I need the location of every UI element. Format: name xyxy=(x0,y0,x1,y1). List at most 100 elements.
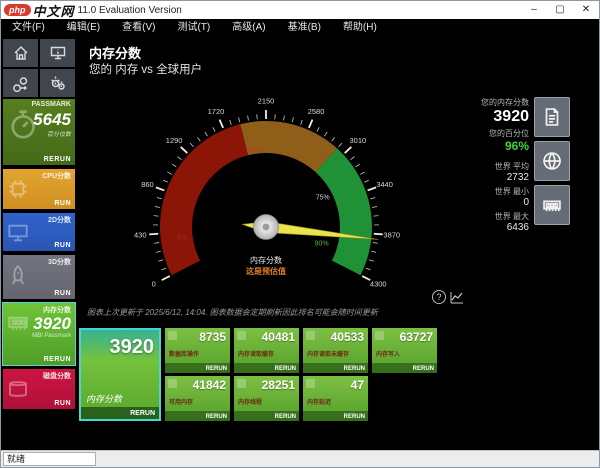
subtest-tile[interactable]: 8735 数据库操作 RERUN xyxy=(165,328,230,373)
subtest-label: 内存延迟 xyxy=(307,400,332,406)
world-stat-value: 2732 xyxy=(506,172,529,183)
tile-run-button[interactable]: RERUN xyxy=(44,156,71,163)
subtest-icon xyxy=(168,331,177,340)
gauge-tick xyxy=(316,127,320,132)
gauge-tick xyxy=(355,163,361,168)
monitor-icon xyxy=(8,224,28,242)
nav-button-system-info[interactable] xyxy=(40,39,75,67)
minimize-button[interactable]: – xyxy=(521,1,547,19)
gauge-segment xyxy=(315,148,372,276)
tile-subtitle: MB/ Passmark xyxy=(31,333,71,339)
subtest-rerun-button[interactable]: RERUN xyxy=(275,366,296,372)
memory-score-gauge: 0 430 860 1290 1720 2150 2580 3010 3440 3870 4300 5… xyxy=(134,97,400,289)
sidebar-nav xyxy=(3,39,75,97)
menu-item[interactable]: 帮助(H) xyxy=(332,19,388,37)
globe-button[interactable] xyxy=(534,141,570,181)
subtest-tile[interactable]: 41842 可用内存 RERUN xyxy=(165,376,230,421)
menu-item[interactable]: 文件(F) xyxy=(1,19,56,37)
disk-icon xyxy=(9,381,27,397)
cpu-chip-icon xyxy=(6,177,30,206)
report-button[interactable] xyxy=(534,97,570,137)
subtest-rerun-button[interactable]: RERUN xyxy=(344,366,365,372)
tile-run-button[interactable]: RUN xyxy=(54,242,71,249)
sidebar-tile-passmark[interactable]: PASSMARK 5645 百分位数 RERUN xyxy=(3,99,75,165)
tile-run-button[interactable]: RUN xyxy=(54,290,71,297)
menu-item[interactable]: 高级(A) xyxy=(221,19,276,37)
subtest-value: 63727 xyxy=(399,330,433,344)
gauge-tick xyxy=(324,131,328,137)
tile-run-button[interactable]: RUN xyxy=(54,200,71,207)
chart-icon[interactable] xyxy=(450,290,464,304)
ram-icon xyxy=(8,316,28,330)
close-button[interactable]: ✕ xyxy=(573,1,599,19)
your-score-value: 3920 xyxy=(493,108,529,125)
nav-button-settings[interactable] xyxy=(40,69,75,97)
gauge-tick xyxy=(368,259,374,262)
gauge-tick xyxy=(167,171,172,175)
subtest-tile[interactable]: 40533 内存读取未缓存 RERUN xyxy=(303,328,368,373)
rocket-icon xyxy=(6,263,30,292)
gauge-percentile-marker: 75% xyxy=(316,194,330,201)
memory-score-main-tile[interactable]: 3920 内存分数 RERUN xyxy=(79,328,161,421)
nav-button-price[interactable] xyxy=(3,69,38,97)
tile-label: 磁盘分数 xyxy=(43,373,71,380)
gauge-tick-label: 1720 xyxy=(208,107,225,116)
subtest-rerun-button[interactable]: RERUN xyxy=(206,414,227,420)
gauge-tick xyxy=(180,146,188,154)
page-title: 内存分数 xyxy=(89,46,142,61)
subtest-rerun-button[interactable]: RERUN xyxy=(206,366,227,372)
cpu-chip-icon xyxy=(9,180,27,198)
subtest-tile[interactable]: 40481 内存读取缓存 RERUN xyxy=(234,328,299,373)
menu-item[interactable]: 编辑(E) xyxy=(56,19,111,37)
sidebar-tile-cpu[interactable]: CPU分数 RUN xyxy=(3,169,75,209)
gauge-percentile-marker: 90% xyxy=(315,240,329,247)
main-tile-rerun-button[interactable]: RERUN xyxy=(130,410,155,417)
sidebar-tile-g2d[interactable]: 2D分数 RUN xyxy=(3,213,75,251)
menu-item[interactable]: 测试(T) xyxy=(166,19,221,37)
report-icon xyxy=(545,108,559,126)
sidebar-tile-disk[interactable]: 磁盘分数 RUN xyxy=(3,369,75,409)
subtest-icon xyxy=(306,379,315,388)
gauge-tick xyxy=(196,137,201,142)
menu-item[interactable]: 基准(B) xyxy=(277,19,332,37)
subtest-tile[interactable]: 63727 内存写入 RERUN xyxy=(372,328,437,373)
sidebar-tile-g3d[interactable]: 3D分数 RUN xyxy=(3,255,75,299)
gauge-tick xyxy=(154,206,160,208)
subtest-tile[interactable]: 47 内存延迟 RERUN xyxy=(303,376,368,421)
system-info-icon xyxy=(50,46,65,60)
your-score-label: 您的内存分数 xyxy=(481,98,529,107)
gauge-tick xyxy=(229,119,232,125)
gauge-tick xyxy=(161,275,171,281)
gauge-tick xyxy=(153,215,159,217)
php-logo-icon: php xyxy=(4,4,31,16)
gauge-tick xyxy=(350,156,355,161)
status-text: 就绪 xyxy=(3,452,96,466)
subtest-rerun-button[interactable]: RERUN xyxy=(413,366,434,372)
main-tile-label: 内存分数 xyxy=(86,394,123,404)
tile-run-button[interactable]: RERUN xyxy=(44,356,71,363)
sidebar-tile-memory[interactable]: 内存分数 3920 MB/ Passmark RERUN xyxy=(2,302,76,366)
maximize-button[interactable]: ▢ xyxy=(547,1,573,19)
world-stat-value: 0 xyxy=(523,197,529,208)
globe-icon xyxy=(543,152,561,170)
world-stat-value: 6436 xyxy=(506,222,529,233)
gauge-tick-label: 1290 xyxy=(166,136,183,145)
window-title: 11.0 Evaluation Version xyxy=(77,4,182,16)
subtest-tile[interactable]: 28251 内存线程 RERUN xyxy=(234,376,299,421)
app-window: php 中文网 11.0 Evaluation Version – ▢ ✕ 文件… xyxy=(0,0,600,468)
subtest-label: 内存读取未缓存 xyxy=(307,352,350,358)
percentile-value: 96% xyxy=(504,139,529,153)
tile-label: CPU分数 xyxy=(42,173,71,180)
help-icon[interactable]: ? xyxy=(432,290,446,304)
gauge-tick xyxy=(365,267,371,271)
nav-button-home[interactable] xyxy=(3,39,38,67)
tile-run-button[interactable]: RUN xyxy=(54,400,71,407)
menu-item[interactable]: 查看(V) xyxy=(111,19,166,37)
gauge-title: 内存分数 xyxy=(250,255,282,265)
subtest-rerun-button[interactable]: RERUN xyxy=(275,414,296,420)
gauge-estimate-note: 这是预估值 xyxy=(246,266,286,276)
subtest-rerun-button[interactable]: RERUN xyxy=(344,414,365,420)
ram-module-button[interactable] xyxy=(534,185,570,225)
gauge-tick xyxy=(373,215,379,217)
gauge-tick xyxy=(367,186,377,192)
